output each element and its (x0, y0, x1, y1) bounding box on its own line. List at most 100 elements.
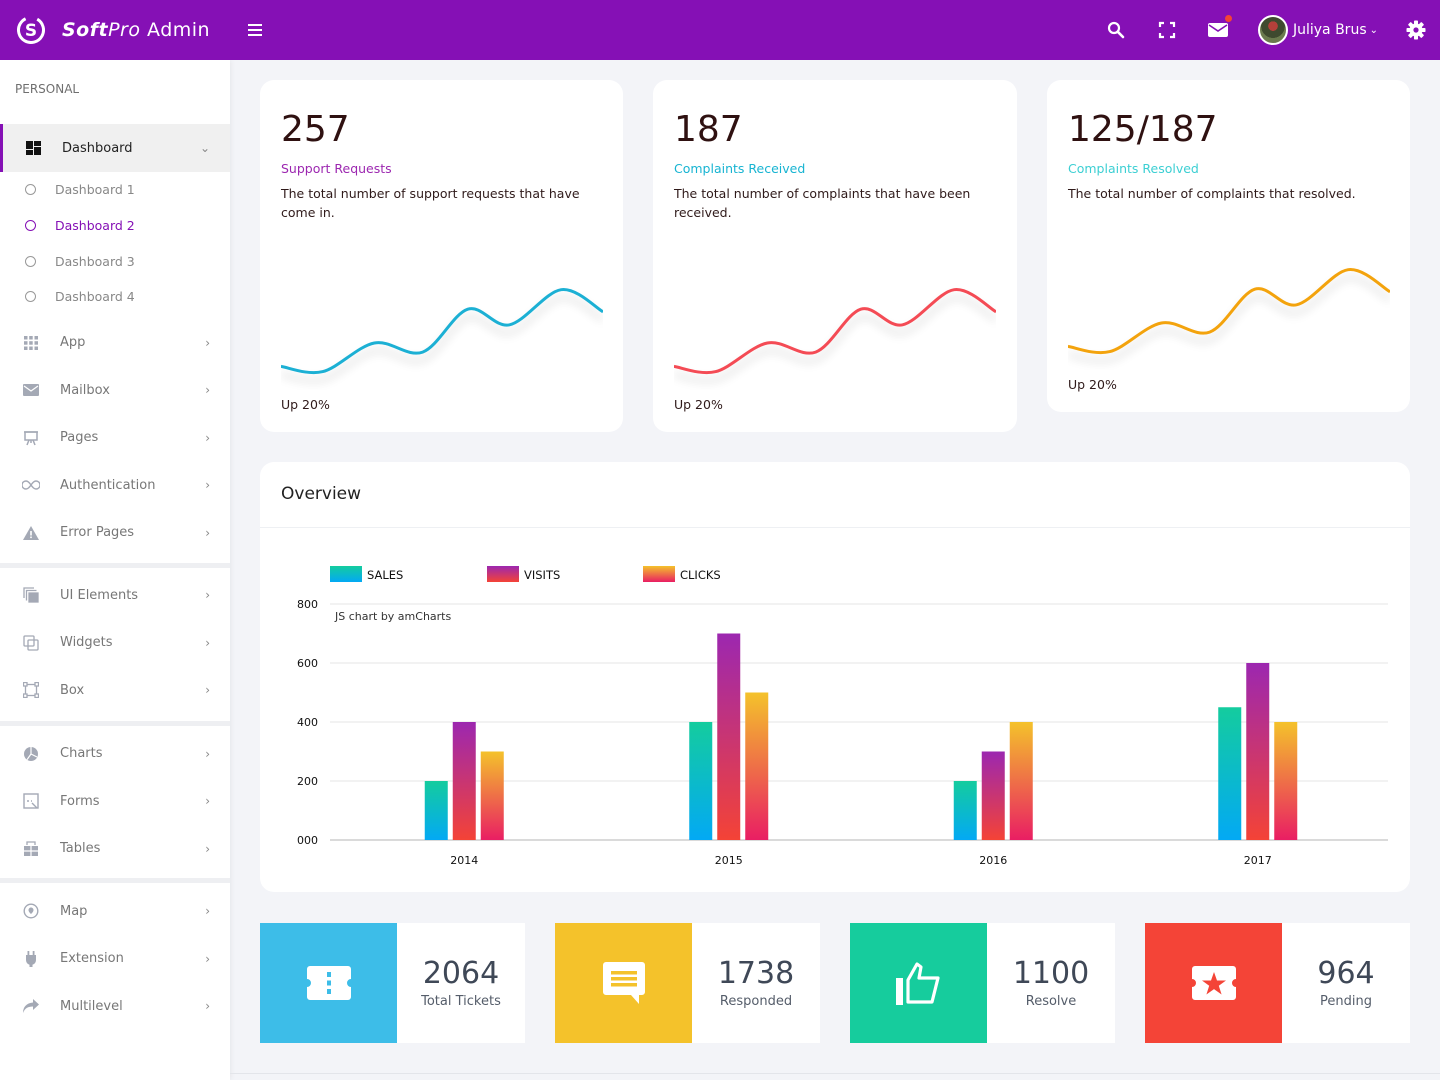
submenu-item-dashboard-4[interactable]: Dashboard 4 (0, 279, 230, 315)
thumbs-up-icon (850, 923, 987, 1043)
gear-icon[interactable] (1392, 0, 1440, 60)
bar-clicks-2015[interactable] (745, 692, 769, 841)
search-icon[interactable] (1091, 0, 1142, 60)
footer-divider (230, 1073, 1440, 1074)
bar-visits-2014[interactable] (452, 722, 476, 840)
table-icon (22, 840, 40, 858)
sidebar-item-widgets[interactable]: Widgets › (0, 619, 230, 667)
brand-name-bold: Soft (62, 19, 109, 41)
sidebar-item-authentication[interactable]: Authentication › (0, 461, 230, 509)
box-icon (22, 681, 40, 699)
sidebar-item-label: Charts (60, 746, 103, 761)
sidebar-item-mailbox[interactable]: Mailbox › (0, 366, 230, 414)
chevron-right-icon: › (205, 951, 210, 966)
legend-swatch-sales[interactable] (330, 566, 362, 582)
ticket-icon (260, 923, 397, 1043)
legend-swatch-clicks[interactable] (643, 566, 675, 582)
sidebar-item-box[interactable]: Box › (0, 666, 230, 714)
dashboard-icon (24, 139, 42, 157)
kpi-trend: Up 20% (1068, 377, 1117, 392)
submenu-item-dashboard-2[interactable]: Dashboard 2 (0, 208, 230, 244)
sidebar-item-multilevel[interactable]: Multilevel › (0, 982, 230, 1030)
x-tick-label: 2017 (1244, 854, 1272, 867)
sidebar-section-label: PERSONAL (15, 82, 80, 96)
chevron-right-icon: › (205, 841, 210, 856)
sidebar-item-extension[interactable]: Extension › (0, 935, 230, 983)
submenu-item-label: Dashboard 1 (55, 182, 135, 198)
y-tick-label: 200 (297, 775, 318, 788)
user-menu[interactable]: Juliya Brus ⌄ (1257, 15, 1378, 45)
brand[interactable]: S SoftPro Admin (0, 0, 230, 60)
user-name: Juliya Brus (1292, 22, 1367, 38)
legend-label-visits[interactable]: VISITS (524, 568, 560, 582)
kpi-value: 187 (674, 109, 743, 150)
sidebar-item-label: Forms (60, 793, 100, 809)
sidebar-item-label: Pages (60, 430, 99, 445)
circle-icon (25, 255, 36, 267)
overview-bar-chart: SALES VISITS CLICKS 000200400600800 2014 20… (297, 566, 1388, 867)
sparkline-chart (281, 288, 603, 375)
form-icon (22, 792, 40, 810)
kpi-description: The total number of complaints that have… (674, 186, 971, 220)
sidebar-item-charts[interactable]: Charts › (0, 730, 230, 778)
mail-icon (22, 381, 40, 399)
sidebar-item-label: Box (60, 682, 85, 698)
sidebar-item-tables[interactable]: Tables › (0, 825, 230, 873)
sidebar-item-map[interactable]: Map › (0, 887, 230, 935)
legend-label-clicks[interactable]: CLICKS (680, 568, 721, 582)
sidebar-item-label: UI Elements (60, 587, 139, 603)
kpi-value: 125/187 (1068, 109, 1218, 150)
bar-visits-2016[interactable] (981, 751, 1005, 841)
easel-icon (22, 429, 40, 447)
sidebar-item-label: Dashboard (62, 140, 133, 156)
submenu-item-dashboard-3[interactable]: Dashboard 3 (0, 243, 230, 279)
bar-clicks-2017[interactable] (1274, 722, 1298, 840)
chevron-right-icon: › (205, 478, 210, 492)
chevron-right-icon: › (205, 904, 210, 918)
kpi-card-complaints-received: 187 Complaints Received The total number… (653, 80, 1017, 432)
sidebar-item-error-pages[interactable]: Error Pages › (0, 509, 230, 557)
stat-tile-responded: 1738 Responded (555, 923, 820, 1043)
sidebar-item-forms[interactable]: Forms › (0, 777, 230, 825)
sidebar-item-label: Extension (60, 951, 124, 966)
bar-sales-2017[interactable] (1218, 707, 1242, 840)
chart-credit[interactable]: JS chart by amCharts (334, 610, 451, 623)
sidebar-item-ui-elements[interactable]: UI Elements › (0, 571, 230, 619)
stat-tile-resolve: 1100 Resolve (850, 923, 1115, 1043)
sidebar-item-dashboard[interactable]: Dashboard ⌄ (0, 124, 230, 172)
submenu-item-label: Dashboard 2 (55, 218, 135, 234)
sparkline-path (1068, 268, 1390, 355)
bar-clicks-2014[interactable] (480, 751, 504, 841)
sidebar-item-label: Tables (60, 841, 101, 856)
chevron-right-icon: › (205, 430, 210, 445)
dashboard-submenu: Dashboard 1 Dashboard 2 Dashboard 3 Dash… (0, 172, 230, 315)
bar-clicks-2016[interactable] (1009, 722, 1033, 840)
bar-sales-2015[interactable] (689, 722, 713, 840)
chevron-right-icon: › (205, 525, 210, 540)
chart-bars (424, 633, 1298, 841)
star-ticket-icon (1145, 923, 1282, 1043)
bar-sales-2016[interactable] (953, 781, 977, 840)
menu-toggle-icon[interactable] (248, 24, 262, 36)
legend-label-sales[interactable]: SALES (367, 568, 403, 582)
submenu-item-dashboard-1[interactable]: Dashboard 1 (0, 172, 230, 208)
sidebar-item-label: Map (60, 903, 88, 919)
stat-tile-pending: 964 Pending (1145, 923, 1410, 1043)
kpi-card-complaints-resolved: 125/187 Complaints Resolved The total nu… (1047, 80, 1410, 412)
legend-swatch-visits[interactable] (487, 566, 519, 582)
chevron-right-icon: › (205, 383, 210, 397)
sidebar-item-app[interactable]: App › (0, 319, 230, 367)
fullscreen-icon[interactable] (1142, 0, 1193, 60)
chevron-right-icon: › (205, 635, 210, 650)
brand-name-italic: Pro (108, 19, 141, 41)
chevron-right-icon: › (205, 794, 210, 808)
y-tick-label: 600 (297, 657, 318, 670)
chat-message-icon (555, 923, 692, 1043)
mail-icon[interactable] (1193, 0, 1244, 60)
sidebar-item-pages[interactable]: Pages › (0, 414, 230, 462)
bar-sales-2014[interactable] (424, 781, 448, 840)
bar-visits-2017[interactable] (1246, 663, 1270, 840)
widgets-icon (22, 634, 40, 652)
brand-name: SoftPro Admin (62, 19, 210, 41)
bar-visits-2015[interactable] (717, 633, 741, 841)
